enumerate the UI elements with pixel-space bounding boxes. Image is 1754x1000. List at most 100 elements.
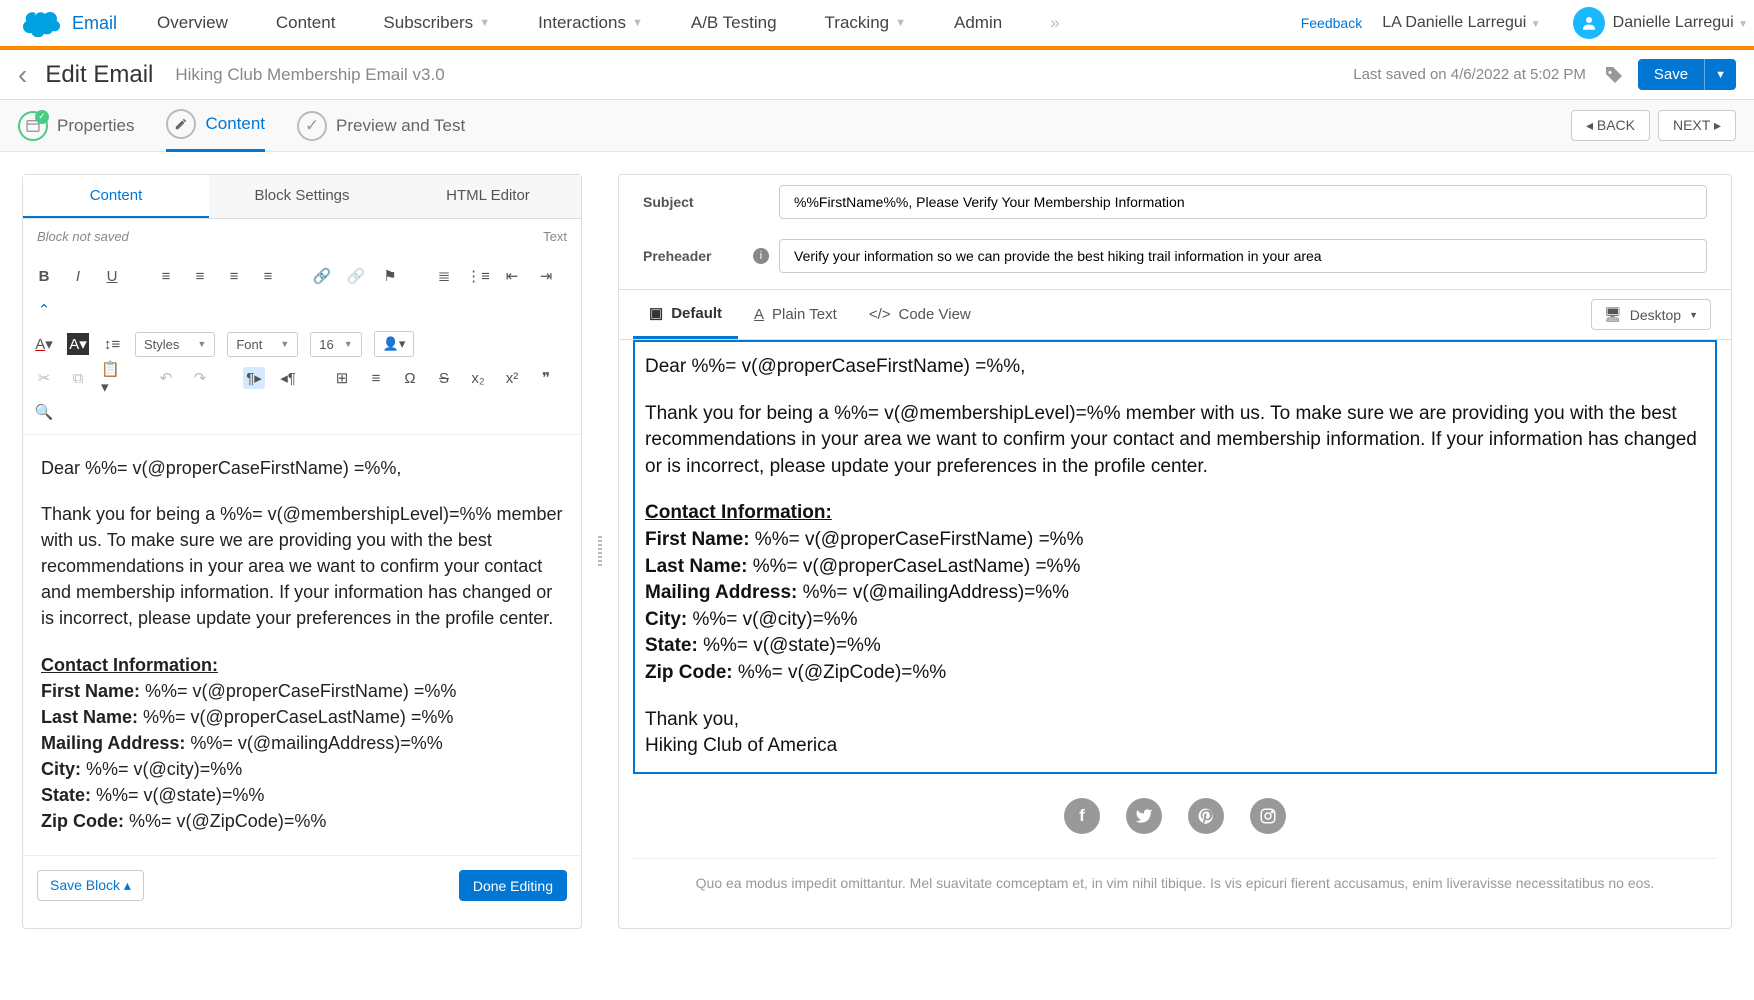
underline-icon[interactable]: U [101, 265, 123, 287]
view-code[interactable]: </> Code View [853, 292, 987, 337]
email-preview[interactable]: Dear %%= v(@properCaseFirstName) =%%, Th… [633, 340, 1717, 774]
editor-body[interactable]: Dear %%= v(@properCaseFirstName) =%%, Th… [23, 435, 581, 855]
back-button[interactable]: ◂ BACK [1571, 110, 1650, 141]
chevron-down-icon: ▼ [1531, 19, 1541, 30]
feedback-link[interactable]: Feedback [1301, 15, 1362, 31]
last-saved: Last saved on 4/6/2022 at 5:02 PM [1353, 66, 1586, 83]
page-title: Edit Email [45, 61, 153, 89]
redo-icon[interactable]: ↷ [189, 367, 211, 389]
subscript-icon[interactable]: x₂ [467, 367, 489, 389]
unordered-list-icon[interactable]: ⋮≡ [467, 265, 489, 287]
cut-icon[interactable]: ✂ [33, 367, 55, 389]
view-default[interactable]: ▣ Default [633, 290, 738, 339]
persona-select[interactable]: 👤▾ [374, 331, 415, 357]
unlink-icon[interactable]: 🔗 [345, 265, 367, 287]
text-color-icon[interactable]: A▾ [33, 333, 55, 355]
nav-overview[interactable]: Overview [157, 13, 228, 33]
nav-more[interactable]: » [1050, 13, 1059, 33]
tab-html-editor[interactable]: HTML Editor [395, 175, 581, 218]
chevron-down-icon: ▼ [895, 17, 906, 29]
flag-icon[interactable]: ⚑ [379, 265, 401, 287]
chevron-down-icon: ▼ [1738, 19, 1748, 30]
tab-content[interactable]: Content [23, 175, 209, 218]
background-color-icon[interactable]: A▾ [67, 333, 89, 355]
preheader-label: Preheader [643, 248, 753, 264]
done-editing-button[interactable]: Done Editing [459, 870, 567, 901]
back-icon[interactable]: ‹ [18, 59, 27, 91]
chevron-down-icon: ▼ [479, 17, 490, 29]
layout-icon: ▣ [649, 304, 663, 322]
save-button[interactable]: Save [1638, 59, 1704, 90]
facebook-icon[interactable]: f [1064, 798, 1100, 834]
user-menu[interactable]: Danielle Larregui ▼ [1613, 14, 1748, 32]
footer-text: Quo ea modus impedit omittantur. Mel sua… [633, 858, 1717, 908]
hr-icon[interactable]: ≡ [365, 367, 387, 389]
undo-icon[interactable]: ↶ [155, 367, 177, 389]
link-icon[interactable]: 🔗 [311, 265, 333, 287]
subject-label: Subject [643, 194, 753, 210]
chevron-down-icon: ▼ [1689, 310, 1698, 320]
step-properties[interactable]: ✓ Properties [18, 111, 134, 141]
next-button[interactable]: NEXT ▸ [1658, 110, 1736, 141]
styles-select[interactable]: Styles▼ [135, 332, 215, 357]
table-icon[interactable]: ⊞ [331, 367, 353, 389]
save-block-button[interactable]: Save Block ▴ [37, 870, 144, 901]
bold-icon[interactable]: B [33, 265, 55, 287]
align-justify-icon[interactable]: ≡ [257, 265, 279, 287]
twitter-icon[interactable] [1126, 798, 1162, 834]
blockquote-icon[interactable]: ❞ [535, 367, 557, 389]
code-icon: </> [869, 306, 891, 323]
cloud-icon [18, 9, 60, 37]
line-height-icon[interactable]: ↕≡ [101, 333, 123, 355]
properties-icon: ✓ [18, 111, 48, 141]
business-unit[interactable]: LA Danielle Larregui ▼ [1382, 14, 1540, 32]
preheader-input[interactable] [779, 239, 1707, 273]
rtl-icon[interactable]: ◂¶ [277, 367, 299, 389]
nav-tracking[interactable]: Tracking▼ [825, 13, 906, 33]
superscript-icon[interactable]: x² [501, 367, 523, 389]
tag-icon[interactable] [1604, 65, 1624, 85]
search-icon[interactable]: 🔍 [33, 401, 55, 423]
check-icon: ✓ [297, 111, 327, 141]
outdent-icon[interactable]: ⇤ [501, 265, 523, 287]
instagram-icon[interactable] [1250, 798, 1286, 834]
font-select[interactable]: Font▼ [227, 332, 298, 357]
chevron-down-icon: ▼ [632, 17, 643, 29]
paste-icon[interactable]: 📋▾ [101, 367, 123, 389]
nav-abtesting[interactable]: A/B Testing [691, 13, 777, 33]
copy-icon[interactable]: ⧉ [67, 367, 89, 389]
indent-icon[interactable]: ⇥ [535, 265, 557, 287]
pinterest-icon[interactable] [1188, 798, 1224, 834]
page-subtitle: Hiking Club Membership Email v3.0 [175, 65, 444, 85]
view-plain-text[interactable]: A Plain Text [738, 292, 853, 337]
nav-subscribers[interactable]: Subscribers▼ [383, 13, 490, 33]
pencil-icon [166, 109, 196, 139]
step-content[interactable]: Content [166, 100, 265, 152]
collapse-icon[interactable]: ⌃ [33, 299, 55, 321]
resize-handle[interactable] [596, 174, 604, 929]
save-dropdown[interactable]: ▼ [1704, 59, 1736, 90]
ordered-list-icon[interactable]: ≣ [433, 265, 455, 287]
fontsize-select[interactable]: 16▼ [310, 332, 361, 357]
block-type: Text [543, 229, 567, 244]
block-status: Block not saved [37, 229, 129, 244]
brand: Email [72, 13, 117, 34]
desktop-icon: 🖥 [1604, 306, 1622, 323]
nav-interactions[interactable]: Interactions▼ [538, 13, 643, 33]
step-preview[interactable]: ✓ Preview and Test [297, 111, 465, 141]
info-icon[interactable]: i [753, 248, 769, 264]
ltr-icon[interactable]: ¶▸ [243, 367, 265, 389]
text-icon: A [754, 306, 764, 323]
device-select[interactable]: 🖥 Desktop ▼ [1591, 299, 1711, 330]
tab-block-settings[interactable]: Block Settings [209, 175, 395, 218]
avatar[interactable] [1573, 7, 1605, 39]
align-center-icon[interactable]: ≡ [189, 265, 211, 287]
omega-icon[interactable]: Ω [399, 367, 421, 389]
subject-input[interactable] [779, 185, 1707, 219]
strikethrough-icon[interactable]: S [433, 367, 455, 389]
nav-content[interactable]: Content [276, 13, 336, 33]
align-right-icon[interactable]: ≡ [223, 265, 245, 287]
italic-icon[interactable]: I [67, 265, 89, 287]
nav-admin[interactable]: Admin [954, 13, 1002, 33]
align-left-icon[interactable]: ≡ [155, 265, 177, 287]
